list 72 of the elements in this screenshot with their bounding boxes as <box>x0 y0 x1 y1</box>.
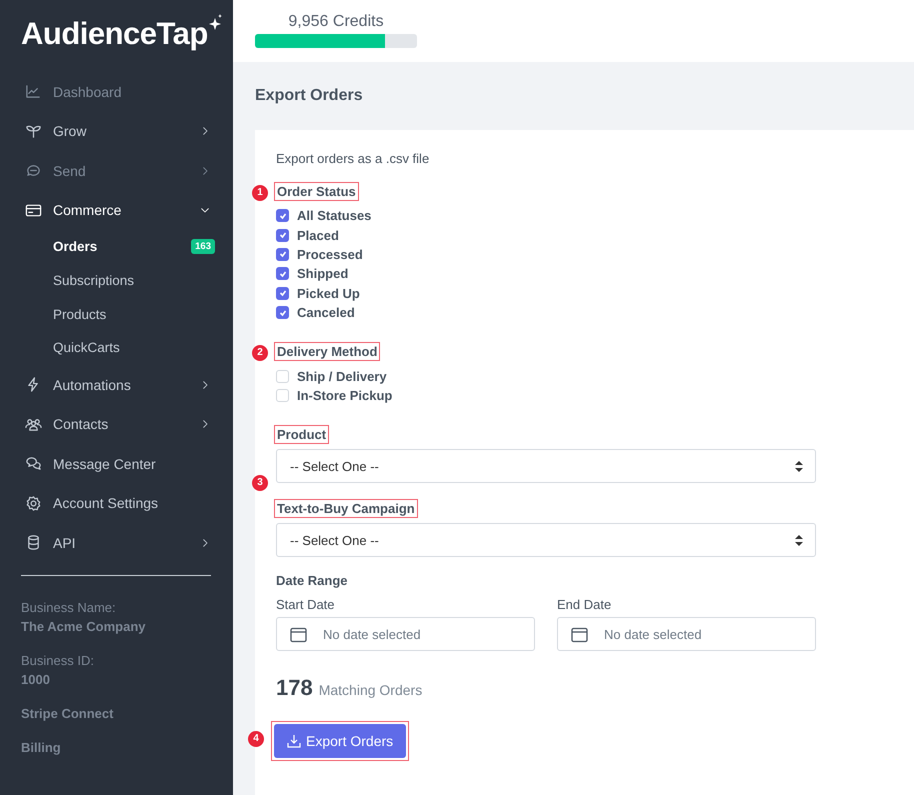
sidebar-link[interactable]: Billing <box>21 740 61 756</box>
nav-item[interactable]: Contacts <box>0 404 233 444</box>
select-field[interactable]: -- Select One -- <box>276 523 816 558</box>
checkbox-label: Canceled <box>297 305 355 320</box>
match-count: 178 <box>276 675 313 702</box>
date-field[interactable]: No date selected <box>276 617 535 652</box>
nav-item[interactable]: Automations <box>0 364 233 404</box>
checkmark-icon <box>278 270 286 278</box>
checkbox-label: In-Store Pickup <box>297 388 392 403</box>
checkbox-label: Placed <box>297 228 339 243</box>
checkbox-label: All Statuses <box>297 208 372 224</box>
sidebar-link[interactable]: Stripe Connect <box>21 706 114 722</box>
intro-text: Export orders as a .csv file <box>276 150 430 168</box>
nav-item[interactable]: Dashboard <box>0 72 233 112</box>
speech-bubbles-icon <box>25 455 42 472</box>
checkbox-label: Ship / Delivery <box>297 368 387 384</box>
checkmark-icon <box>278 231 286 240</box>
calendar-icon <box>571 626 588 643</box>
nav-item[interactable]: Grow <box>0 112 233 151</box>
checkmark-icon <box>278 250 286 258</box>
nav-subitem[interactable]: Orders 163 <box>0 230 233 264</box>
callout-marker: 2 <box>252 345 268 362</box>
checkbox[interactable] <box>276 209 289 222</box>
database-icon <box>25 534 42 551</box>
nav-item[interactable]: Message Center <box>0 444 233 484</box>
checkbox[interactable] <box>276 286 289 300</box>
download-icon <box>287 734 301 748</box>
checkbox[interactable] <box>276 248 289 261</box>
field-label: Product <box>274 425 330 444</box>
callout-marker: 3 <box>252 475 268 492</box>
checkmark-icon <box>278 289 286 298</box>
info-label: Business Name: <box>21 599 117 618</box>
credit-card-icon <box>25 202 42 219</box>
checkbox-label: Picked Up <box>297 286 360 301</box>
settings-icon <box>25 494 42 512</box>
field-label: Order Status <box>274 182 359 201</box>
checkbox-label: Processed <box>297 246 363 262</box>
logo-text: AudienceTap <box>21 15 208 53</box>
match-label: Matching Orders <box>318 682 422 698</box>
callout-marker: 4 <box>248 731 264 748</box>
field-label: Text-to-Buy Campaign <box>274 499 418 518</box>
field-label: Start Date <box>276 597 336 614</box>
nav-item[interactable]: Commerce <box>0 190 233 230</box>
nav-subitem[interactable]: QuickCarts <box>0 331 233 365</box>
callout-marker: 1 <box>252 185 268 201</box>
section-label: Date Range <box>276 573 349 590</box>
checkbox-label: Shipped <box>297 266 348 282</box>
chart-icon <box>25 83 42 100</box>
field-label: Delivery Method <box>274 342 380 362</box>
nav-subitem[interactable]: Subscriptions <box>0 264 233 298</box>
info-value: The Acme Company <box>21 618 146 636</box>
checkmark-icon <box>278 308 286 317</box>
calendar-icon <box>290 626 307 643</box>
nav-item[interactable]: Account Settings <box>0 483 233 523</box>
select-field[interactable]: -- Select One -- <box>276 449 816 484</box>
nav-item[interactable]: Send <box>0 151 233 190</box>
export-button[interactable]: Export Orders <box>274 724 406 758</box>
page-title: Export Orders <box>254 86 364 106</box>
credits-text: 9,956 Credits <box>287 12 385 32</box>
checkmark-icon <box>278 212 286 220</box>
sort-arrows-icon <box>795 534 803 546</box>
info-label: Business ID: <box>21 652 95 670</box>
count-badge: 163 <box>191 239 215 254</box>
checkbox[interactable] <box>276 306 289 320</box>
info-value: 1000 <box>21 671 51 690</box>
sort-arrows-icon <box>795 460 803 472</box>
nav-subitem[interactable]: Products <box>0 297 233 332</box>
nav-item[interactable]: API <box>0 522 233 562</box>
field-label: End Date <box>557 597 612 614</box>
checkbox[interactable] <box>276 228 289 242</box>
date-field[interactable]: No date selected <box>557 617 816 652</box>
checkbox[interactable] <box>276 267 289 280</box>
